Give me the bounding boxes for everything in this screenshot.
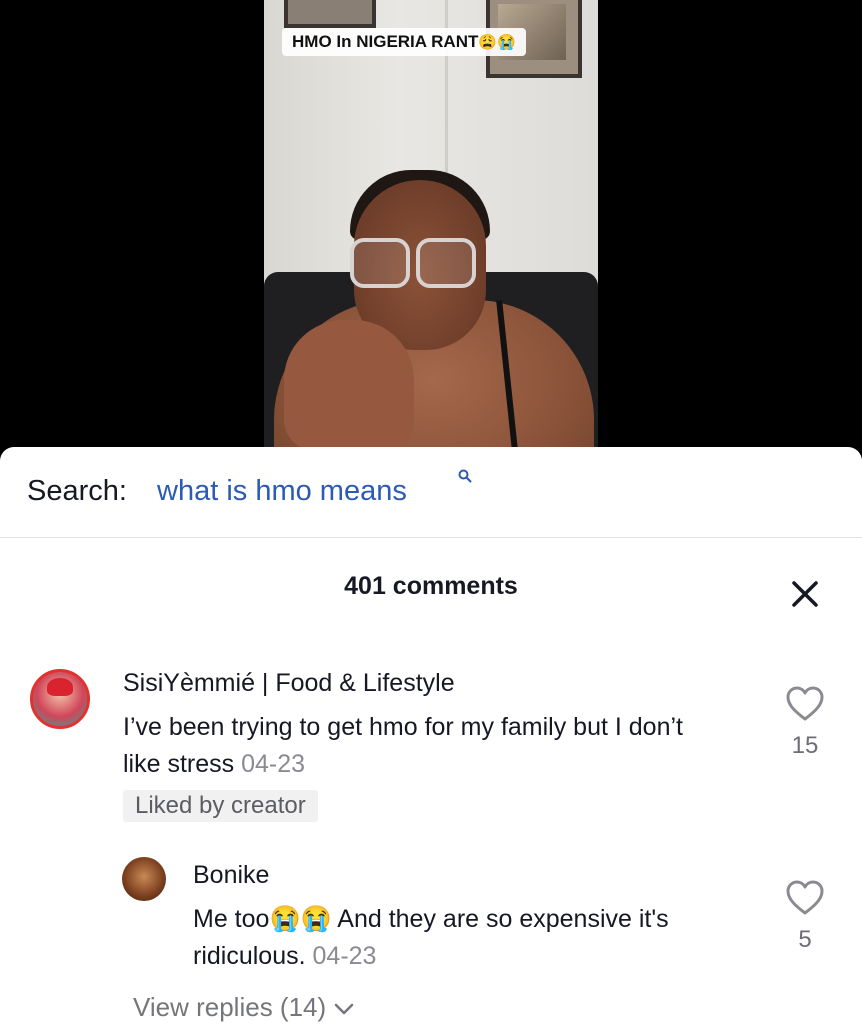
video-player[interactable]: HMO In NIGERIA RANT😩😭: [0, 0, 862, 460]
heart-icon[interactable]: [785, 685, 825, 723]
liked-by-creator-badge: Liked by creator: [123, 790, 318, 822]
comment-date: 04-23: [241, 750, 306, 778]
like-count: 5: [798, 926, 812, 953]
arm: [284, 320, 414, 450]
video-caption-emojis: 😩😭: [478, 34, 516, 51]
view-replies-label: View replies (14): [133, 992, 327, 1022]
reply-date: 04-23: [312, 942, 377, 970]
reply-username[interactable]: Bonike: [193, 861, 269, 890]
search-label: Search:: [27, 475, 127, 507]
comment-username[interactable]: SisiYèmmié | Food & Lifestyle: [123, 669, 455, 698]
like-count: 15: [791, 732, 819, 759]
search-suggestion[interactable]: Search: what is hmo means: [0, 447, 862, 538]
reply-text: Me too😭😭 And they are so expensive it's …: [193, 901, 753, 975]
reply-body-start: Me too: [193, 905, 270, 933]
video-caption-text: HMO In NIGERIA RANT: [292, 32, 479, 51]
chevron-down-icon: [335, 1003, 354, 1015]
comment-text: I’ve been trying to get hmo for my famil…: [123, 709, 723, 783]
close-icon[interactable]: [785, 574, 825, 614]
glasses: [350, 238, 476, 288]
comments-count: 401 comments: [344, 572, 518, 600]
wall-picture: [284, 0, 376, 28]
avatar[interactable]: [122, 857, 166, 901]
search-query-link[interactable]: what is hmo means: [157, 475, 407, 508]
video-frame: [264, 0, 598, 460]
comment-body: I’ve been trying to get hmo for my famil…: [123, 713, 683, 778]
comments-sheet: Search: what is hmo means 401 comments S…: [0, 447, 862, 1024]
search-icon: [458, 469, 472, 483]
view-replies-button[interactable]: View replies (14): [133, 992, 355, 1023]
avatar[interactable]: [30, 669, 90, 729]
video-caption: HMO In NIGERIA RANT😩😭: [282, 28, 526, 56]
reply-emojis: 😭😭: [269, 905, 332, 933]
heart-icon[interactable]: [785, 879, 825, 917]
